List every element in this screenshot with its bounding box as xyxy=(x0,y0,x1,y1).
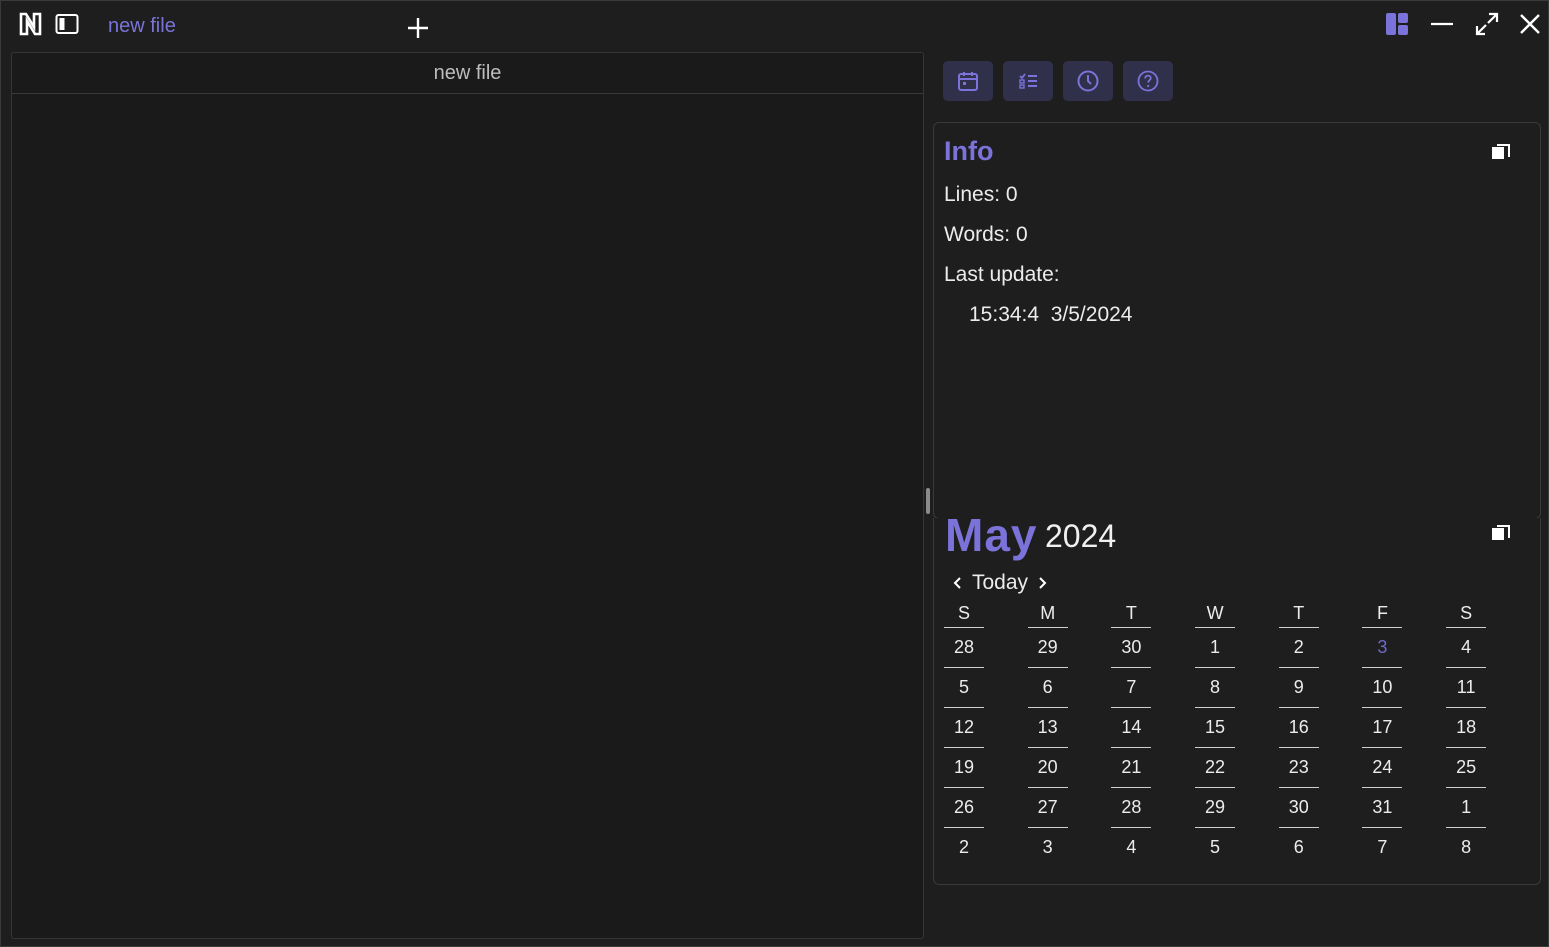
weekday-header: F xyxy=(1362,598,1403,628)
calendar-day[interactable]: 5 xyxy=(944,668,984,708)
tab-new-file[interactable]: new file xyxy=(108,15,176,38)
info-words-count: Words: 0 xyxy=(944,223,1028,246)
add-tab-icon[interactable] xyxy=(405,15,431,41)
calendar-day[interactable]: 5 xyxy=(1195,828,1235,868)
panel-resize-handle[interactable] xyxy=(926,488,930,514)
chevron-left-icon[interactable] xyxy=(948,573,966,593)
calendar-day[interactable]: 28 xyxy=(1111,788,1152,828)
maximize-icon[interactable] xyxy=(1474,11,1500,37)
calendar-day[interactable]: 26 xyxy=(944,788,984,828)
calendar-day[interactable]: 20 xyxy=(1027,748,1068,788)
calendar-card: May 2024 Today SMTWTFS 28 29 30 1 2 3 4 5 6 7 8 9 10… xyxy=(933,509,1541,885)
info-title: Info xyxy=(944,136,994,166)
clock-icon xyxy=(1077,70,1099,92)
info-last-update-label: Last update: xyxy=(944,263,1060,286)
info-lines-count: Lines: 0 xyxy=(944,183,1018,206)
calendar-day[interactable]: 8 xyxy=(1195,668,1236,708)
editor-title: new file xyxy=(12,53,923,94)
calendar-day[interactable]: 12 xyxy=(944,708,984,748)
calendar-day[interactable]: 6 xyxy=(1279,828,1319,868)
calendar-day[interactable]: 4 xyxy=(1111,828,1151,868)
calendar-week-row: 5 6 7 8 9 10 11 xyxy=(944,668,1504,708)
calendar-day[interactable]: 13 xyxy=(1027,708,1068,748)
calendar-day[interactable]: 29 xyxy=(1195,788,1236,828)
calendar-day[interactable]: 22 xyxy=(1195,748,1236,788)
editor-panel: new file xyxy=(11,52,924,939)
calendar-day[interactable]: 2 xyxy=(944,828,984,868)
checklist-button[interactable] xyxy=(1003,61,1053,101)
calendar-day[interactable]: 7 xyxy=(1362,828,1402,868)
popout-icon[interactable] xyxy=(1491,143,1511,163)
weekday-header: T xyxy=(1278,598,1319,628)
weekday-header: S xyxy=(1446,598,1487,628)
calendar-year: 2024 xyxy=(1045,518,1117,554)
close-icon[interactable] xyxy=(1517,11,1543,37)
info-last-update-value: 15:34:4 3/5/2024 xyxy=(969,303,1133,326)
checklist-icon xyxy=(1019,73,1037,89)
help-icon xyxy=(1137,70,1159,92)
help-button[interactable] xyxy=(1123,61,1173,101)
calendar-button[interactable] xyxy=(943,61,993,101)
calendar-day[interactable]: 19 xyxy=(944,748,984,788)
calendar-day[interactable]: 10 xyxy=(1362,668,1403,708)
today-button[interactable]: Today xyxy=(972,571,1028,595)
calendar-week-row: 12 13 14 15 16 17 18 xyxy=(944,708,1504,748)
weekday-header: T xyxy=(1111,598,1152,628)
sidebar-toggle-icon[interactable] xyxy=(55,13,79,35)
title-bar: new file xyxy=(1,1,1548,51)
calendar-week-row: 26 27 28 29 30 31 1 xyxy=(944,788,1504,828)
calendar-day[interactable]: 14 xyxy=(1111,708,1152,748)
info-card: Info Lines: 0 Words: 0 Last update: 15:3… xyxy=(933,122,1541,519)
calendar-day[interactable]: 17 xyxy=(1362,708,1403,748)
calendar-day[interactable]: 31 xyxy=(1362,788,1403,828)
calendar-day[interactable]: 3 xyxy=(1028,828,1068,868)
calendar-day[interactable]: 30 xyxy=(1111,628,1152,668)
calendar-weekday-row: SMTWTFS xyxy=(944,598,1504,628)
calendar-day[interactable]: 1 xyxy=(1195,628,1236,668)
calendar-day[interactable]: 16 xyxy=(1278,708,1319,748)
calendar-day[interactable]: 6 xyxy=(1027,668,1068,708)
calendar-day[interactable]: 4 xyxy=(1446,628,1487,668)
calendar-day[interactable]: 8 xyxy=(1446,828,1486,868)
calendar-week-row: 28 29 30 1 2 3 4 xyxy=(944,628,1504,668)
calendar-day[interactable]: 18 xyxy=(1446,708,1487,748)
calendar-day[interactable]: 9 xyxy=(1278,668,1319,708)
calendar-nav: Today xyxy=(948,570,1052,596)
calendar-day[interactable]: 21 xyxy=(1111,748,1152,788)
calendar-month: May xyxy=(945,509,1038,561)
app-window: new file new file Info Lines: 0 Words: 0… xyxy=(0,0,1549,947)
calendar-day[interactable]: 15 xyxy=(1195,708,1236,748)
calendar-day[interactable]: 28 xyxy=(944,628,984,668)
app-logo-icon xyxy=(19,12,42,36)
minimize-icon[interactable] xyxy=(1429,11,1455,37)
calendar-grid: SMTWTFS 28 29 30 1 2 3 4 5 6 7 8 9 10 11 12 13 14 15 16 17 1… xyxy=(944,598,1504,868)
editor-text-area[interactable] xyxy=(12,94,923,938)
calendar-day[interactable]: 7 xyxy=(1111,668,1152,708)
calendar-day[interactable]: 30 xyxy=(1278,788,1319,828)
weekday-header: W xyxy=(1195,598,1236,628)
calendar-day[interactable]: 11 xyxy=(1446,668,1487,708)
calendar-week-row: 2 3 4 5 6 7 8 xyxy=(944,828,1504,868)
calendar-day[interactable]: 27 xyxy=(1027,788,1068,828)
calendar-icon xyxy=(958,72,978,91)
calendar-day[interactable]: 23 xyxy=(1278,748,1319,788)
calendar-day[interactable]: 24 xyxy=(1362,748,1403,788)
calendar-week-row: 19 20 21 22 23 24 25 xyxy=(944,748,1504,788)
chevron-right-icon[interactable] xyxy=(1034,573,1052,593)
weekday-header: S xyxy=(944,598,984,628)
calendar-day[interactable]: 3 xyxy=(1362,628,1403,668)
calendar-day[interactable]: 25 xyxy=(1446,748,1487,788)
popout-icon[interactable] xyxy=(1491,524,1511,544)
calendar-day[interactable]: 1 xyxy=(1446,788,1487,828)
weekday-header: M xyxy=(1027,598,1068,628)
history-button[interactable] xyxy=(1063,61,1113,101)
calendar-day[interactable]: 2 xyxy=(1278,628,1319,668)
calendar-day[interactable]: 29 xyxy=(1027,628,1068,668)
layout-icon[interactable] xyxy=(1384,11,1410,37)
